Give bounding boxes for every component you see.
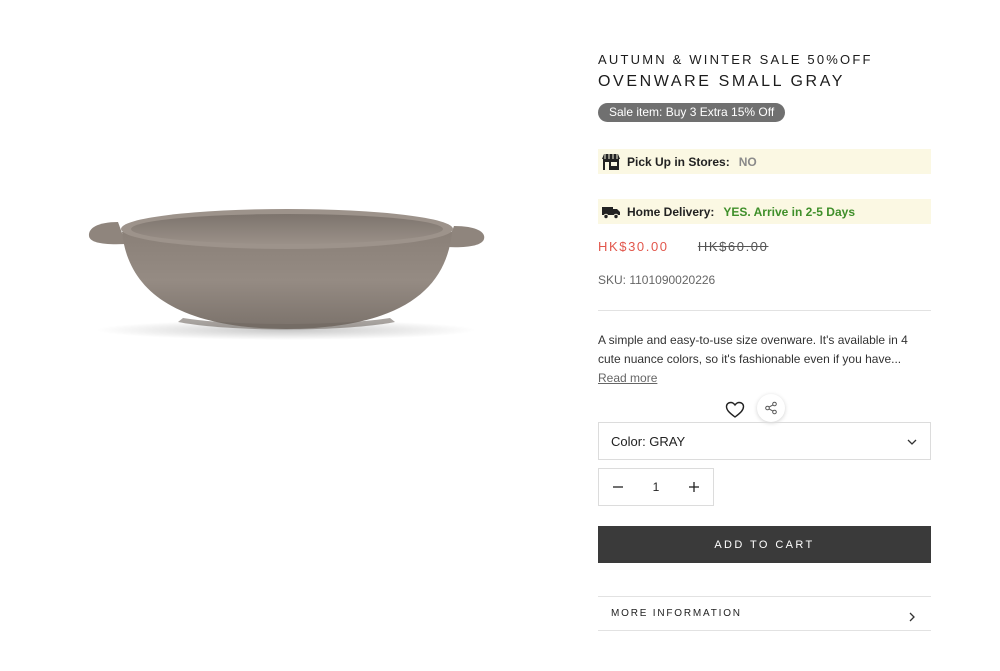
share-button[interactable] bbox=[757, 394, 785, 422]
product-description: A simple and easy-to-use size ovenware. … bbox=[598, 331, 931, 388]
add-to-cart-button[interactable]: ADD TO CART bbox=[598, 526, 931, 563]
color-select[interactable]: Color: GRAY bbox=[598, 422, 931, 460]
delivery-availability-row: Home Delivery: YES. Arrive in 2-5 Days bbox=[598, 199, 931, 224]
minus-icon bbox=[613, 486, 623, 488]
oven-dish-illustration bbox=[88, 209, 485, 340]
divider bbox=[598, 630, 931, 631]
product-image bbox=[0, 0, 570, 666]
sku-text: SKU: 1101090020226 bbox=[598, 273, 716, 287]
truck-icon bbox=[601, 203, 621, 221]
pickup-value: NO bbox=[738, 154, 757, 169]
quantity-stepper: 1 bbox=[598, 468, 714, 506]
delivery-label: Home Delivery: bbox=[627, 204, 715, 219]
color-select-value: Color: GRAY bbox=[611, 433, 686, 449]
delivery-value: YES. Arrive in 2-5 Days bbox=[723, 204, 855, 219]
decrease-quantity-button[interactable] bbox=[599, 469, 637, 505]
heart-icon[interactable] bbox=[725, 400, 745, 420]
read-more-link[interactable]: Read more bbox=[598, 371, 657, 385]
sale-price: HK$30.00 bbox=[598, 239, 669, 254]
chevron-down-icon bbox=[906, 435, 918, 447]
sale-title: AUTUMN & WINTER SALE 50%OFF bbox=[598, 52, 873, 67]
description-text: A simple and easy-to-use size ovenware. … bbox=[598, 333, 908, 366]
chevron-right-icon bbox=[907, 609, 917, 621]
more-information-toggle[interactable]: MORE INFORMATION bbox=[598, 597, 931, 630]
pickup-label: Pick Up in Stores: bbox=[627, 154, 730, 169]
pickup-availability-row: Pick Up in Stores: NO bbox=[598, 149, 931, 174]
increase-quantity-button[interactable] bbox=[675, 469, 713, 505]
divider bbox=[598, 310, 931, 311]
original-price: HK$60.00 bbox=[697, 239, 769, 254]
product-title: OVENWARE SMALL GRAY bbox=[598, 73, 846, 90]
store-icon bbox=[601, 153, 621, 171]
plus-icon bbox=[689, 482, 699, 492]
sale-badge: Sale item: Buy 3 Extra 15% Off bbox=[598, 103, 786, 122]
price-row: HK$30.00 HK$60.00 bbox=[598, 239, 768, 254]
quantity-value[interactable]: 1 bbox=[638, 480, 674, 494]
share-icon bbox=[765, 401, 777, 415]
more-information-label: MORE INFORMATION bbox=[611, 608, 742, 619]
